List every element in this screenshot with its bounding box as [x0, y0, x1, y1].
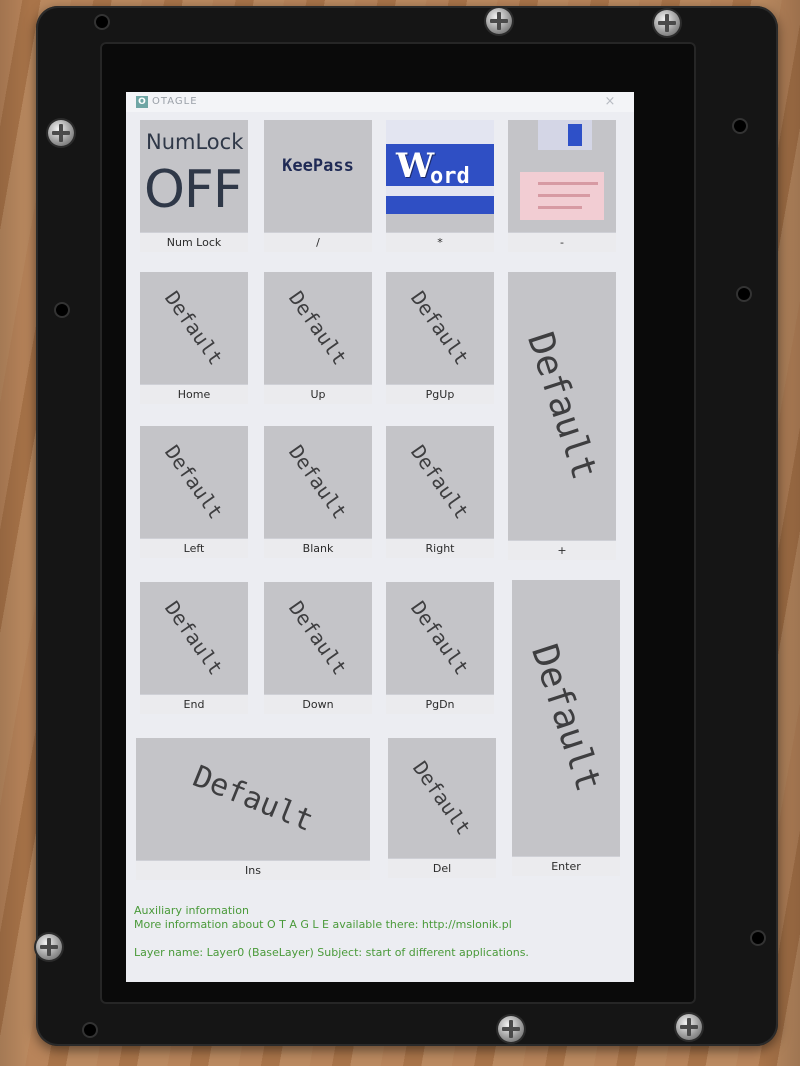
key-label: Blank [264, 538, 372, 558]
key-pgdn[interactable]: Default PgDn [386, 582, 494, 714]
default-image: Default [512, 580, 620, 856]
key-label: Home [140, 384, 248, 404]
key-left[interactable]: Default Left [140, 426, 248, 558]
default-image: Default [264, 582, 372, 694]
default-text: Default [283, 440, 353, 524]
keepass-logo-text: KeePass [282, 156, 354, 176]
key-keepass[interactable]: KeePass / [264, 120, 372, 252]
key-plus[interactable]: Default + [508, 272, 616, 560]
key-label: PgDn [386, 694, 494, 714]
key-pgup[interactable]: Default PgUp [386, 272, 494, 404]
screw-icon [48, 120, 74, 146]
default-text: Default [187, 759, 319, 839]
default-text: Default [519, 327, 605, 485]
key-numlock[interactable]: NumLock OFF Num Lock [140, 120, 248, 252]
default-image: Default [140, 582, 248, 694]
word-logo-letter: W [396, 146, 435, 186]
key-word[interactable]: W ord * [386, 120, 494, 252]
key-up[interactable]: Default Up [264, 272, 372, 404]
screw-icon [36, 934, 62, 960]
key-label: Enter [512, 856, 620, 876]
default-text: Default [523, 639, 609, 797]
word-logo-text: ord [430, 164, 470, 189]
key-label: - [508, 232, 616, 252]
window-titlebar: O OTAGLE × [126, 92, 634, 112]
default-image: Default [264, 426, 372, 538]
key-label: Del [388, 858, 496, 878]
default-text: Default [405, 440, 475, 524]
key-label: Left [140, 538, 248, 558]
key-down[interactable]: Default Down [264, 582, 372, 714]
close-icon[interactable]: × [602, 94, 618, 110]
window-title: OTAGLE [152, 96, 198, 107]
aux-info-link[interactable]: More information about O T A G L E avail… [134, 918, 529, 932]
key-right[interactable]: Default Right [386, 426, 494, 558]
default-image: Default [136, 738, 370, 860]
key-label: + [508, 540, 616, 560]
default-image: Default [140, 426, 248, 538]
default-text: Default [405, 286, 475, 370]
key-blank[interactable]: Default Blank [264, 426, 372, 558]
mount-hole [56, 304, 68, 316]
mount-hole [738, 288, 750, 300]
default-image: Default [388, 738, 496, 858]
auxiliary-info-panel: Auxiliary information More information a… [134, 904, 529, 960]
default-text: Default [283, 596, 353, 680]
mount-hole [752, 932, 764, 944]
default-text: Default [407, 756, 477, 840]
default-text: Default [283, 286, 353, 370]
default-image: Default [386, 426, 494, 538]
word-image: W ord [386, 120, 494, 232]
keepass-image: KeePass [264, 120, 372, 232]
default-text: Default [405, 596, 475, 680]
key-label: PgUp [386, 384, 494, 404]
key-home[interactable]: Default Home [140, 272, 248, 404]
numlock-image: NumLock OFF [140, 120, 248, 232]
screw-icon [654, 10, 680, 36]
numlock-title-text: NumLock [146, 130, 244, 154]
screw-icon [486, 8, 512, 34]
key-label: Ins [136, 860, 370, 880]
floppy-disk-icon [508, 120, 616, 232]
key-label: * [386, 232, 494, 252]
mount-hole [84, 1024, 96, 1036]
default-image: Default [508, 272, 616, 540]
default-image: Default [386, 582, 494, 694]
key-save[interactable]: - [508, 120, 616, 252]
mount-hole [734, 120, 746, 132]
mount-hole [96, 16, 108, 28]
default-text: Default [159, 440, 229, 524]
key-enter[interactable]: Default Enter [512, 580, 620, 876]
key-del[interactable]: Default Del [388, 738, 496, 878]
key-ins[interactable]: Default Ins [136, 738, 370, 880]
numlock-state-text: OFF [144, 160, 243, 220]
screw-icon [498, 1016, 524, 1042]
aux-heading: Auxiliary information [134, 904, 249, 917]
layer-info: Layer name: Layer0 (BaseLayer) Subject: … [134, 946, 529, 959]
default-image: Default [140, 272, 248, 384]
default-text: Default [159, 286, 229, 370]
default-image: Default [264, 272, 372, 384]
otagle-logo-icon: O [136, 96, 148, 108]
default-image: Default [386, 272, 494, 384]
key-label: End [140, 694, 248, 714]
screw-icon [676, 1014, 702, 1040]
key-label: Right [386, 538, 494, 558]
key-label: Up [264, 384, 372, 404]
key-label: / [264, 232, 372, 252]
key-label: Num Lock [140, 232, 248, 252]
default-text: Default [159, 596, 229, 680]
key-end[interactable]: Default End [140, 582, 248, 714]
key-label: Down [264, 694, 372, 714]
otagle-window: O OTAGLE × NumLock OFF Num Lock KeePass … [126, 92, 634, 982]
